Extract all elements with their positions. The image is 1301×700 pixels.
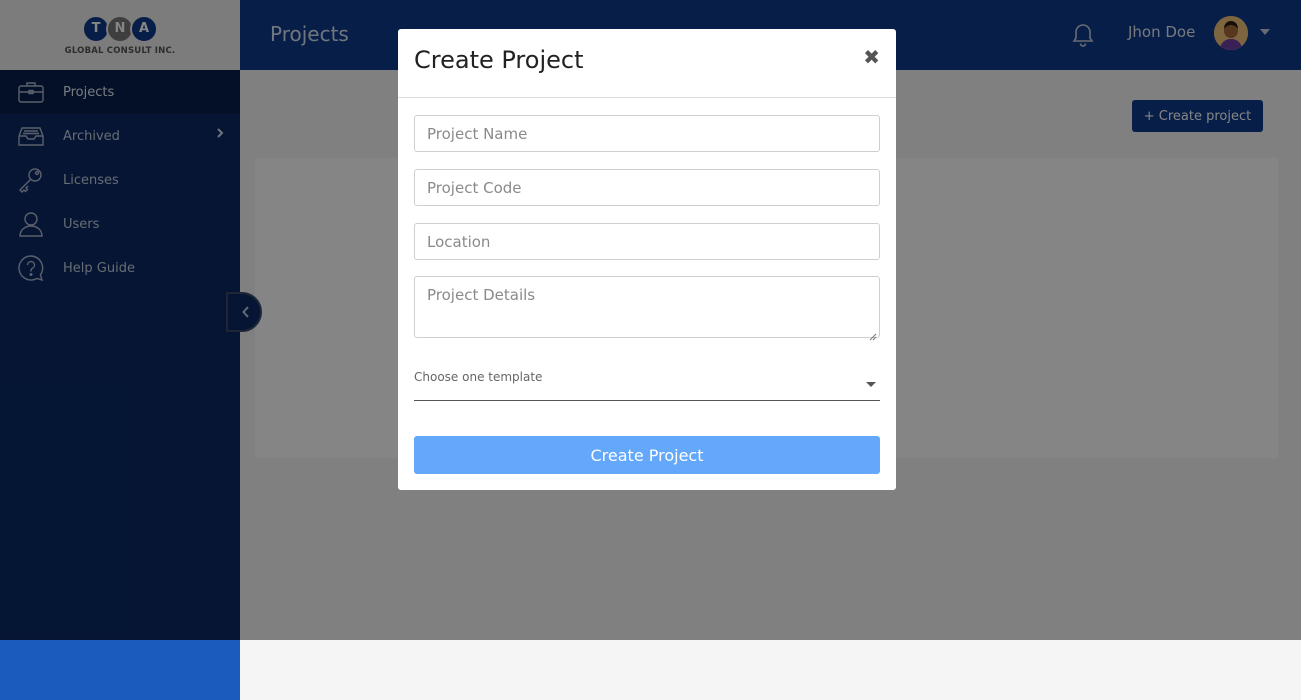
modal-header: Create Project ✖: [398, 29, 896, 98]
sidebar-footer: [0, 640, 240, 700]
modal-title: Create Project: [414, 46, 584, 74]
create-project-modal: Create Project ✖ Project Name Project Co…: [398, 29, 896, 490]
template-select-label: Choose one template: [414, 370, 543, 384]
resize-handle-icon[interactable]: [869, 327, 877, 341]
dropdown-caret-icon: [866, 382, 876, 387]
project-code-input[interactable]: Project Code: [414, 169, 880, 206]
template-select[interactable]: Choose one template: [414, 367, 880, 401]
close-icon[interactable]: ✖: [863, 45, 880, 69]
location-input[interactable]: Location: [414, 223, 880, 260]
project-details-placeholder: Project Details: [427, 286, 536, 304]
project-details-textarea[interactable]: Project Details: [414, 276, 880, 341]
project-name-input[interactable]: Project Name: [414, 115, 880, 152]
create-project-submit-button[interactable]: Create Project: [414, 436, 880, 474]
